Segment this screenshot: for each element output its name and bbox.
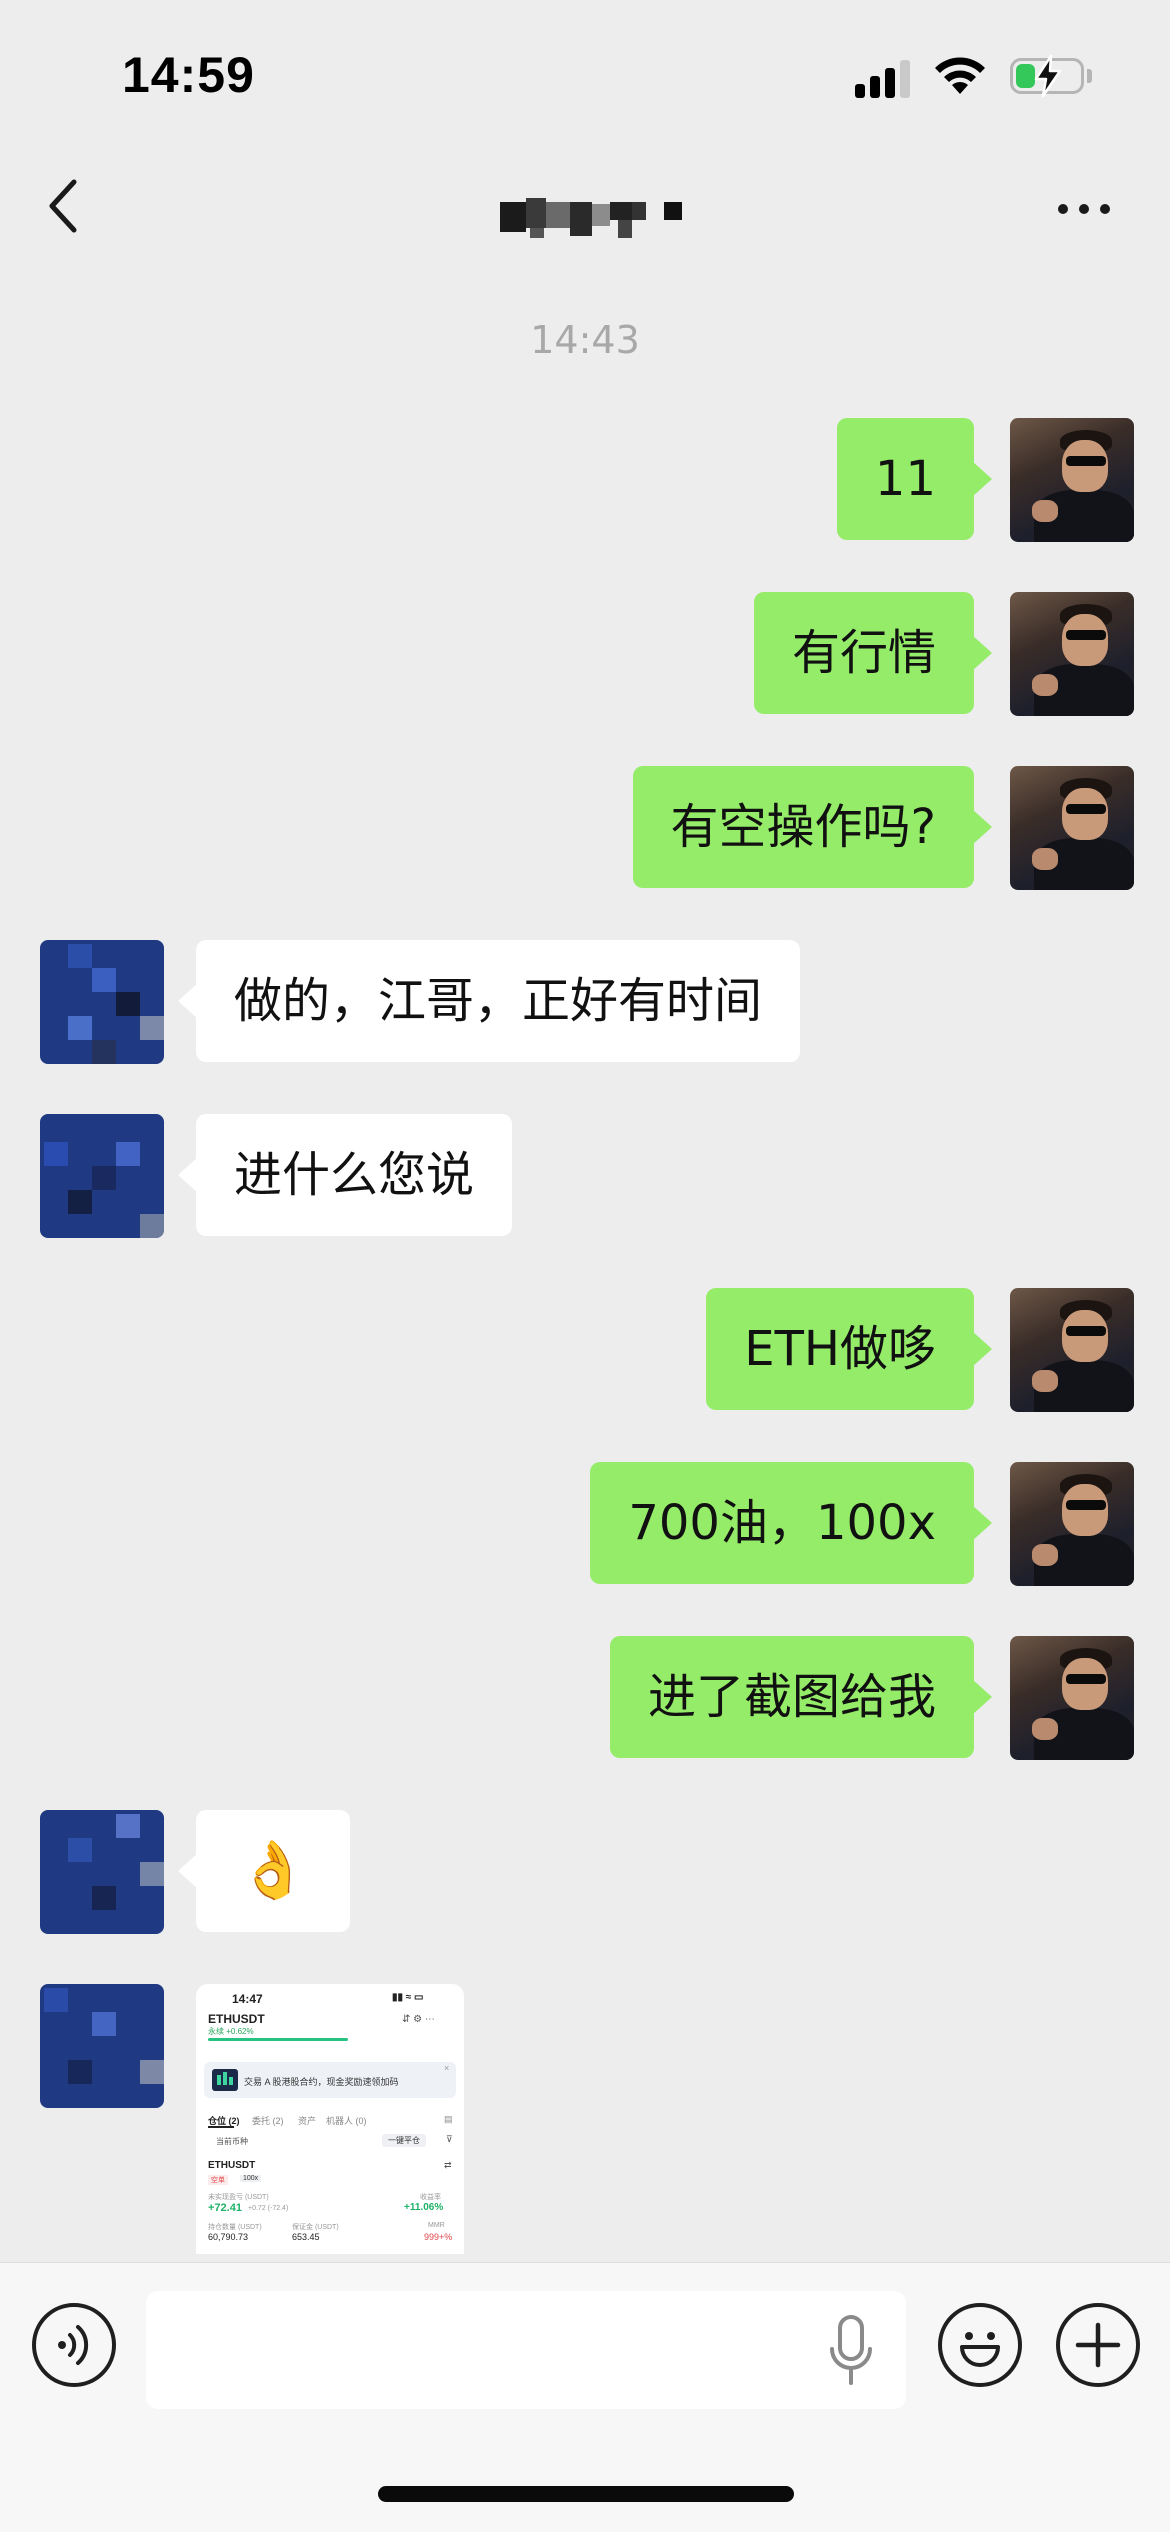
message-bubble[interactable]: 进了截图给我 — [609, 1636, 993, 1758]
shot-header-icons: ⇵ ⚙ ⋯ — [402, 2014, 435, 2025]
message-bubble[interactable]: 700油，100x — [590, 1462, 992, 1584]
my-avatar[interactable] — [1010, 418, 1134, 542]
shot-time: 14:47 — [232, 1992, 263, 2006]
shot-symbol: ETHUSDT — [208, 2012, 265, 2026]
voice-icon — [58, 2325, 89, 2365]
plus-button[interactable] — [1056, 2303, 1140, 2387]
ellipsis-icon[interactable] — [1054, 200, 1114, 216]
my-avatar[interactable] — [1010, 1636, 1134, 1760]
shot-tab: 资产 — [298, 2116, 317, 2126]
shot-ratio-value: 999+% — [424, 2232, 453, 2242]
shot-roe-label: 收益率 — [420, 2194, 441, 2201]
emoji-icon — [960, 2332, 1000, 2367]
contact-avatar-pixelated[interactable] — [40, 1114, 164, 1238]
my-avatar[interactable] — [1010, 766, 1134, 890]
message-input[interactable] — [146, 2291, 906, 2409]
chat-screen: 14:59 14:43 11 有行情 有空操作吗? 做的，江哥，正好有时间 进什… — [0, 0, 1170, 2532]
voice-button[interactable] — [32, 2303, 116, 2387]
message-bubble[interactable]: 做的，江哥，正好有时间 — [177, 940, 801, 1062]
status-bar: 14:59 — [0, 0, 1170, 140]
message-bubble[interactable]: 👌 — [178, 1810, 350, 1932]
shot-filter-right: 一键平仓 — [382, 2134, 426, 2147]
message-bubble[interactable]: 进什么您说 — [177, 1114, 513, 1236]
home-indicator[interactable] — [378, 2486, 794, 2502]
shot-roe-value: +11.06% — [404, 2202, 444, 2213]
message-bubble[interactable]: ETH做哆 — [706, 1288, 992, 1410]
shot-symbol-sub: 永续 +0.62% — [208, 2027, 254, 2036]
shot-status-icons: ▮▮ ≈ ▭ — [392, 1992, 424, 2003]
shot-position-symbol: ETHUSDT — [208, 2160, 256, 2171]
shot-banner: 交易 A 股港股合约，现金奖励速领加码 × — [204, 2062, 456, 2098]
message-row: 14:47 ▮▮ ≈ ▭ ETHUSDT 永续 +0.62% ⇵ ⚙ ⋯ 交易 … — [0, 1984, 1170, 2262]
shot-pnl-label: 未实现盈亏 (USDT) — [208, 2194, 269, 2201]
message-bubble[interactable]: 有空操作吗? — [632, 766, 993, 888]
shot-leverage: 100x — [240, 2175, 262, 2182]
shot-pnl-value: +72.41 — [208, 2202, 242, 2214]
contact-avatar-pixelated[interactable] — [40, 1984, 164, 2108]
charging-bolt-icon — [1034, 54, 1062, 98]
contact-avatar-pixelated[interactable] — [40, 940, 164, 1064]
shot-size-value: 60,790.73 — [208, 2232, 249, 2242]
shot-tab: 委托 (2) — [252, 2116, 284, 2126]
message-bubble[interactable]: 有行情 — [753, 592, 993, 714]
shot-size-label: 持仓数量 (USDT) — [208, 2224, 262, 2231]
emoji-button[interactable] — [938, 2303, 1022, 2387]
my-avatar[interactable] — [1010, 1462, 1134, 1586]
battery-cap — [1087, 69, 1092, 83]
shot-progress-bar — [208, 2038, 348, 2041]
shot-position-tag: 空单 — [208, 2175, 228, 2185]
shot-tab: 机器人 (0) — [326, 2116, 367, 2126]
image-message[interactable]: 14:47 ▮▮ ≈ ▭ ETHUSDT 永续 +0.62% ⇵ ⚙ ⋯ 交易 … — [196, 1984, 464, 2254]
cellular-signal-icon — [855, 58, 913, 98]
nav-bar — [0, 150, 1170, 260]
shot-margin-value: 653.45 — [292, 2232, 320, 2242]
microphone-icon[interactable] — [826, 2313, 876, 2389]
shot-pnl-sub: +0.72 (-72.4) — [248, 2205, 289, 2212]
shot-margin-label: 保证金 (USDT) — [292, 2224, 339, 2231]
shot-ratio-label: MMR — [428, 2222, 445, 2229]
status-time: 14:59 — [122, 47, 255, 103]
plus-icon — [1075, 2322, 1121, 2368]
chat-title-pixelated — [500, 198, 682, 238]
shot-banner-text: 交易 A 股港股合约，现金奖励速领加码 — [244, 2077, 399, 2087]
chevron-left-icon[interactable] — [44, 176, 84, 236]
my-avatar[interactable] — [1010, 592, 1134, 716]
message-timestamp: 14:43 — [530, 318, 640, 362]
wifi-icon — [935, 57, 985, 94]
my-avatar[interactable] — [1010, 1288, 1134, 1412]
contact-avatar-pixelated[interactable] — [40, 1810, 164, 1934]
message-bubble[interactable]: 11 — [836, 418, 993, 540]
shot-filter-left: 当前币种 — [216, 2137, 248, 2146]
